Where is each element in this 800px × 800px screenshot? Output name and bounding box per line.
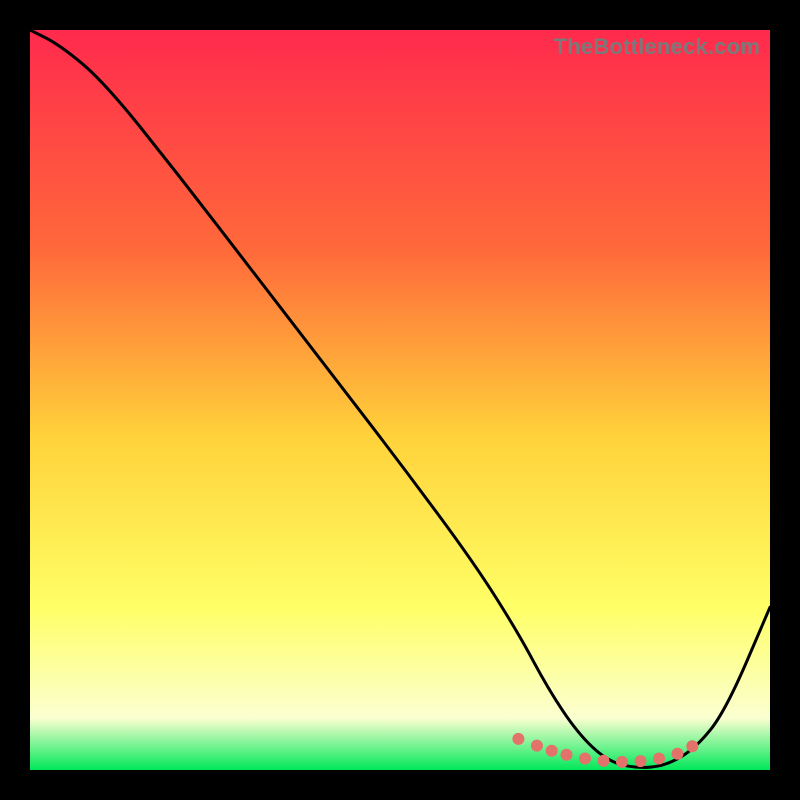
marker-dot [616, 756, 628, 768]
bottleneck-chart [30, 30, 770, 770]
marker-dot [672, 748, 684, 760]
marker-dot [686, 740, 698, 752]
marker-dot [561, 749, 573, 761]
gradient-background [30, 30, 770, 770]
marker-dot [546, 745, 558, 757]
marker-dot [598, 755, 610, 767]
marker-dot [531, 740, 543, 752]
marker-dot [635, 755, 647, 767]
marker-dot [579, 753, 591, 765]
marker-dot [512, 733, 524, 745]
marker-dot [653, 753, 665, 765]
chart-frame: TheBottleneck.com [30, 30, 770, 770]
watermark-text: TheBottleneck.com [554, 34, 760, 60]
